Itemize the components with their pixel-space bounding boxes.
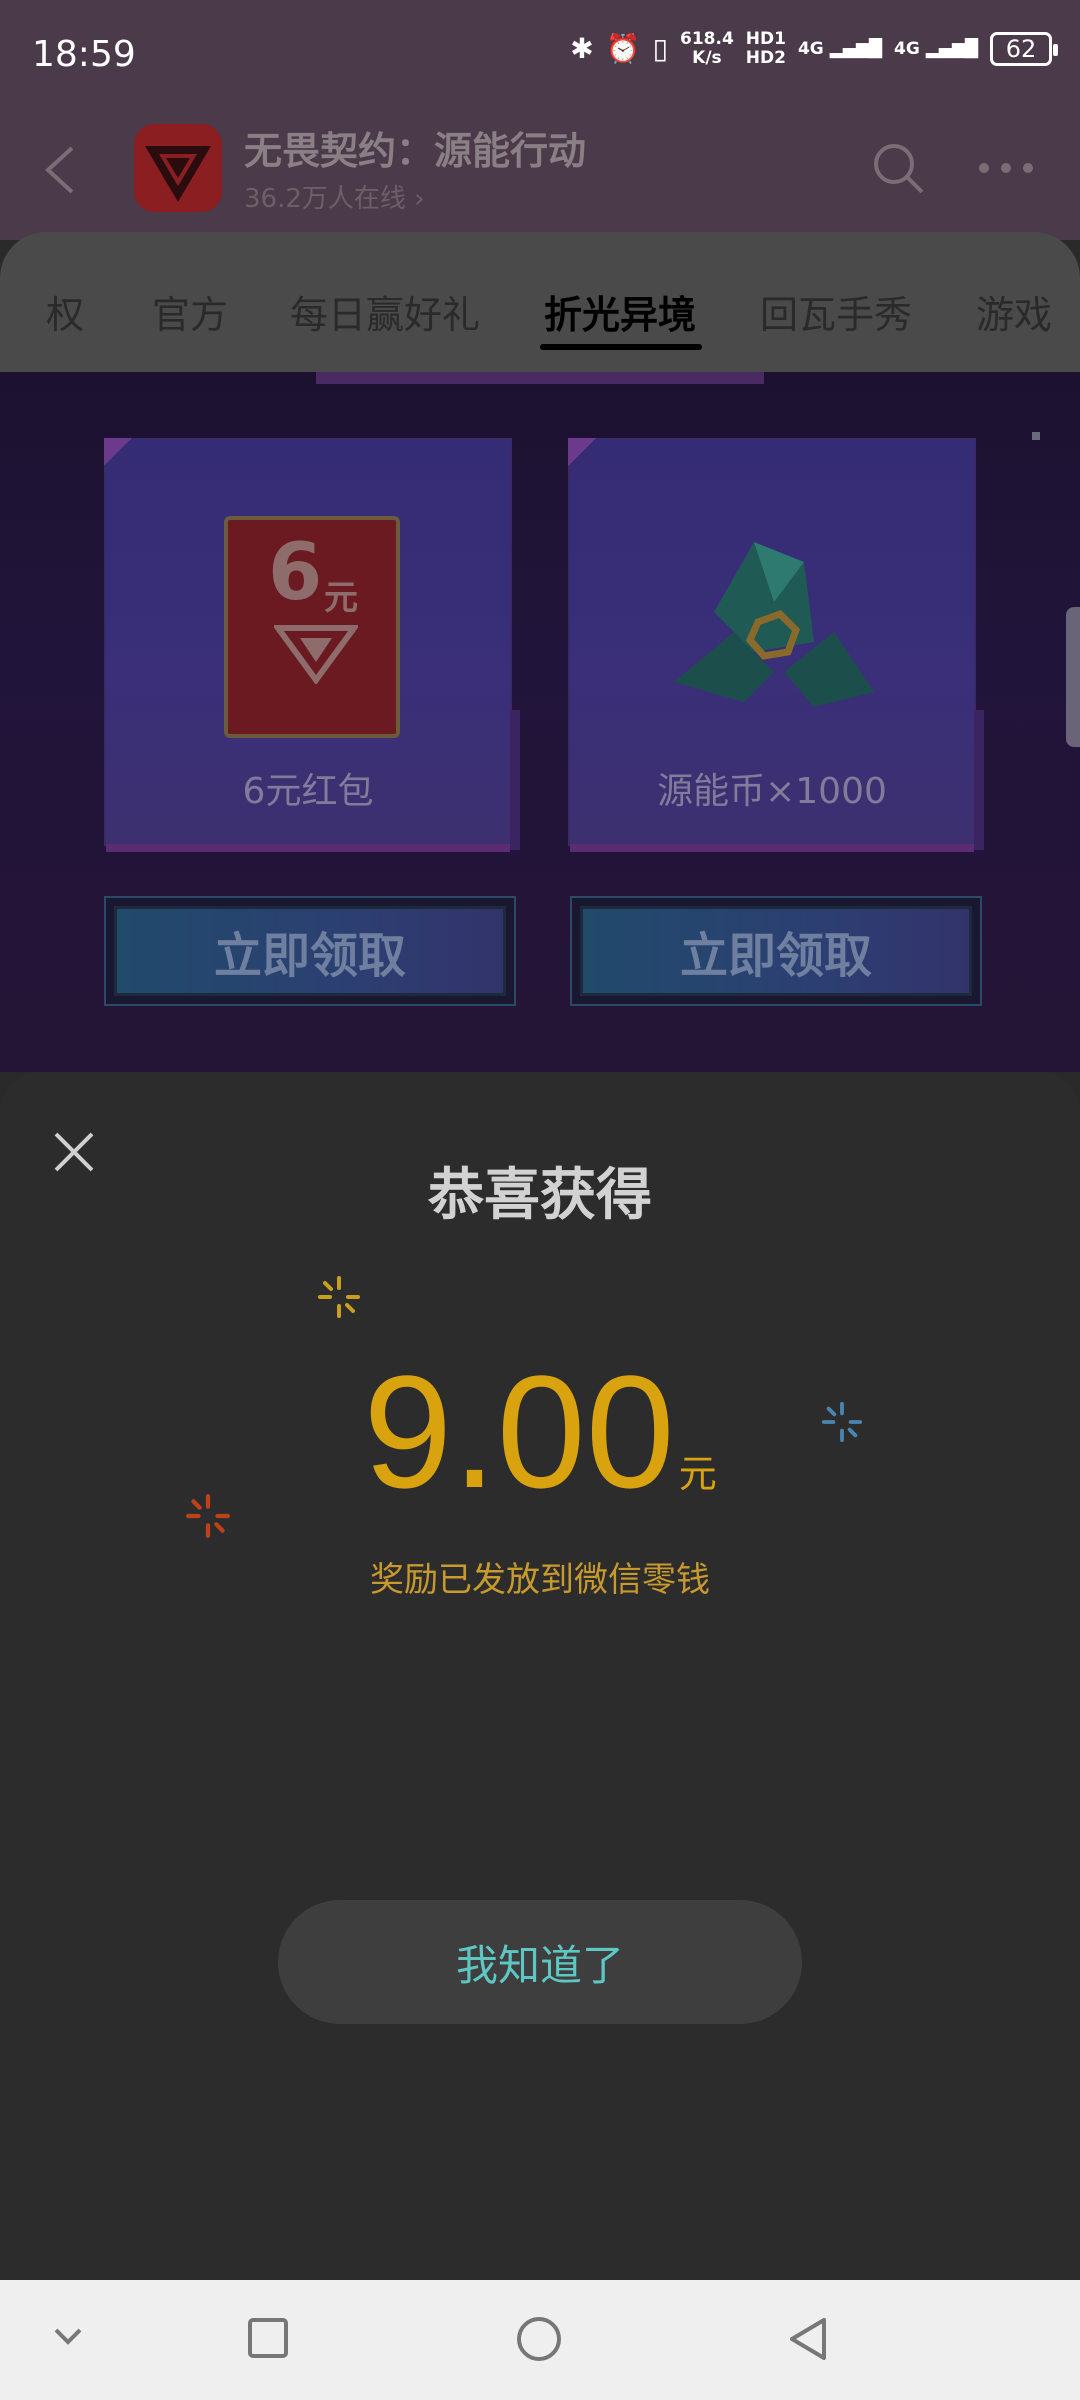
net-speed-unit: K/s <box>692 48 722 68</box>
red-packet-number: 6 <box>268 528 323 618</box>
confirm-button[interactable]: 我知道了 <box>278 1900 802 2024</box>
red-packet-icon: 6 元 <box>224 516 400 738</box>
side-handle[interactable] <box>1066 607 1080 747</box>
hd1-label: HD1 <box>745 29 786 49</box>
status-bar: 18:59 ✱ ⏰ ▯ 618.4 K/s HD1 HD2 4G ▂▄▆█ 4G… <box>0 0 1080 110</box>
nav-collapse-icon[interactable] <box>48 2316 88 2356</box>
nav-back-icon[interactable] <box>786 2316 830 2362</box>
hd2-label: HD2 <box>745 48 786 68</box>
card-label: 源能币×1000 <box>657 771 887 812</box>
card-edge <box>106 844 510 852</box>
card-label: 6元红包 <box>242 771 374 812</box>
nav-home-icon[interactable] <box>516 2316 562 2362</box>
vibrate-icon: ▯ <box>652 32 669 65</box>
reward-unit: 元 <box>678 1452 717 1496</box>
net1-label: 4G <box>797 38 824 59</box>
claim-button-label: 立即领取 <box>114 906 506 996</box>
tab-item[interactable]: 游戏 <box>976 284 1052 339</box>
claim-button[interactable]: 立即领取 <box>104 896 516 1006</box>
more-icon[interactable] <box>976 150 1036 186</box>
reward-note: 奖励已发放到微信零钱 <box>370 1560 710 1600</box>
claim-button-label: 立即领取 <box>580 906 972 996</box>
reward-content: 6 元 6元红包 源能币×1000 立即领取 立即领取 <box>0 372 1080 1072</box>
card-edge <box>570 844 974 852</box>
active-tab-underline <box>540 344 702 350</box>
crystal-coin-icon <box>674 542 874 707</box>
alarm-icon: ⏰ <box>605 32 641 65</box>
tab-item[interactable]: 官方 <box>152 284 228 339</box>
net-speed-value: 618.4 <box>680 29 734 49</box>
card-edge <box>974 710 984 850</box>
decor-dot <box>1032 432 1040 440</box>
card-edge <box>510 710 520 850</box>
hd-indicator: HD1 HD2 <box>746 30 786 68</box>
tab-item[interactable]: 每日赢好礼 <box>290 284 480 339</box>
decor-strip <box>316 372 764 384</box>
signal-2-icon: 4G ▂▄▆█ <box>893 38 978 59</box>
sparkle-gold-icon <box>318 1276 360 1318</box>
tab-item[interactable]: 回瓦手秀 <box>760 284 912 339</box>
back-arrow-icon[interactable] <box>40 140 80 200</box>
battery-icon: 62 <box>990 32 1058 66</box>
app-title[interactable]: 无畏契约：源能行动 <box>244 120 586 175</box>
signal-1-icon: 4G ▂▄▆█ <box>797 38 882 59</box>
online-count[interactable]: 36.2万人在线 › <box>244 178 425 215</box>
net-speed: 618.4 K/s <box>680 30 734 68</box>
reward-modal: 恭喜获得 9.00 元 奖励已发放到微信零钱 我知道了 <box>0 1072 1080 2280</box>
reward-amount: 9.00 <box>363 1342 675 1521</box>
claim-button[interactable]: 立即领取 <box>570 896 982 1006</box>
amount-row: 9.00 元 <box>0 1352 1080 1512</box>
screen: 18:59 ✱ ⏰ ▯ 618.4 K/s HD1 HD2 4G ▂▄▆█ 4G… <box>0 0 1080 2400</box>
app-logo <box>134 124 222 212</box>
status-time: 18:59 <box>32 34 136 75</box>
net2-label: 4G <box>893 38 920 59</box>
tab-item[interactable]: 权 <box>46 284 84 339</box>
modal-title: 恭喜获得 <box>428 1163 652 1228</box>
bluetooth-icon: ✱ <box>570 32 594 65</box>
status-icons: ✱ ⏰ ▯ 618.4 K/s HD1 HD2 4G ▂▄▆█ 4G ▂▄▆█ … <box>570 30 1058 68</box>
red-packet-emblem <box>274 625 358 684</box>
system-nav-bar <box>0 2280 1080 2400</box>
tab-item-active[interactable]: 折光异境 <box>544 284 696 339</box>
search-icon[interactable] <box>870 140 926 196</box>
tab-bar: 权 官方 每日赢好礼 折光异境 回瓦手秀 游戏 <box>0 232 1080 372</box>
reward-card-redpacket: 6 元 6元红包 <box>104 438 520 852</box>
red-packet-unit: 元 <box>324 578 358 618</box>
nav-recents-icon[interactable] <box>246 2316 290 2360</box>
reward-card-coins: 源能币×1000 <box>568 438 984 852</box>
